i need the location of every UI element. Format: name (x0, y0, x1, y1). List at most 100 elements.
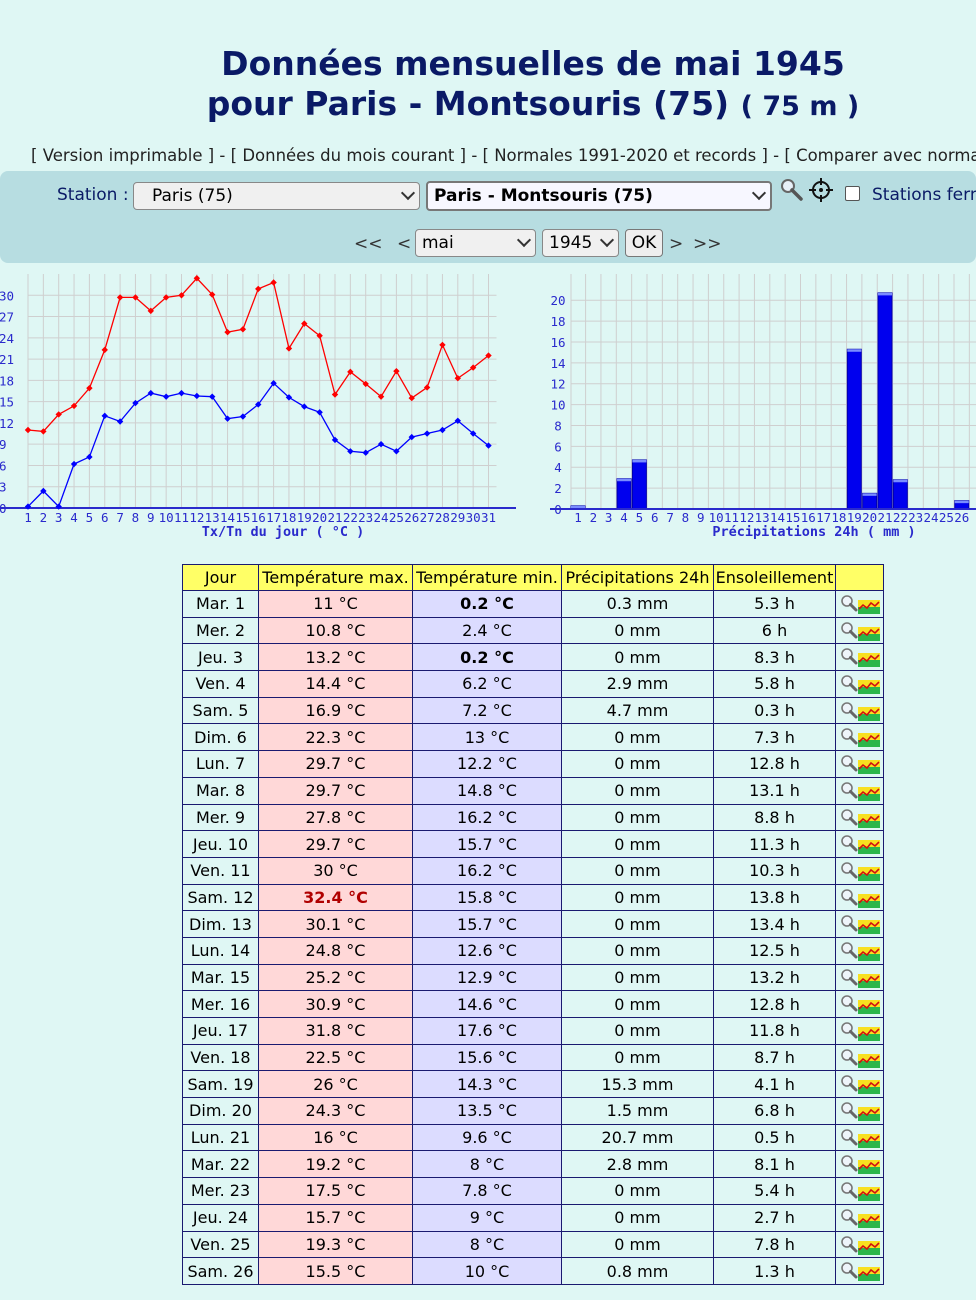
mini-chart-icon[interactable] (858, 653, 880, 668)
tmax-cell-value: 22.5 °C (305, 1048, 366, 1068)
mini-chart-icon[interactable] (858, 840, 880, 855)
next-month-link[interactable]: > (669, 234, 683, 254)
sun-cell-value: 12.8 h (749, 754, 800, 774)
table-row: Dim. 13 30.1 °C 15.7 °C 0 mm 13.4 h (182, 910, 884, 938)
magnifier-icon[interactable] (840, 1021, 858, 1039)
first-month-link[interactable]: << (354, 234, 383, 254)
magnifier-icon[interactable] (840, 781, 858, 799)
magnifier-icon[interactable] (840, 1128, 858, 1146)
day-cell: Ven. 11 (182, 856, 259, 885)
y-tick-label: 27 (0, 310, 14, 325)
x-tick-label: 19 (297, 510, 312, 525)
day-cell: Lun. 7 (182, 750, 259, 778)
mini-chart-icon[interactable] (858, 1240, 880, 1255)
magnifier-icon[interactable] (840, 701, 858, 719)
link-compare[interactable]: Comparer avec normal (796, 146, 976, 165)
tmax-cell: 22.3 °C (258, 723, 413, 752)
link-normals[interactable]: Normales 1991-2020 et records (494, 146, 756, 165)
tmin-point (101, 412, 108, 420)
mini-chart-icon[interactable] (858, 973, 880, 988)
x-tick-label: 17 (266, 510, 281, 525)
tmax-cell-value: 30.9 °C (305, 994, 366, 1014)
year-select[interactable]: 1945 (542, 229, 619, 257)
mini-chart-icon[interactable] (858, 760, 880, 775)
link-current-month[interactable]: Données du mois courant (242, 146, 454, 165)
y-tick-label: 2 (554, 481, 562, 496)
prev-month-link[interactable]: < (397, 234, 411, 254)
magnifier-icon[interactable] (840, 1074, 858, 1092)
magnifier-icon[interactable] (840, 621, 858, 639)
y-tick-label: 21 (0, 352, 14, 367)
magnifier-icon[interactable] (840, 727, 858, 745)
mini-chart-icon[interactable] (858, 680, 880, 695)
mini-chart-icon[interactable] (858, 706, 880, 721)
crosshair-icon[interactable] (809, 178, 833, 202)
tmin-point (162, 393, 170, 400)
ok-button[interactable]: OK (625, 229, 663, 257)
tmax-cell-value: 32.4 °C (303, 887, 368, 907)
table-row: Lun. 7 29.7 °C 12.2 °C 0 mm 12.8 h (182, 750, 884, 778)
tmin-cell-value: 16.2 °C (457, 861, 517, 881)
mini-chart-icon[interactable] (858, 1080, 880, 1095)
precip-cell-value: 0.3 mm (606, 594, 669, 614)
mini-chart-icon[interactable] (858, 626, 880, 641)
tmin-cell-value: 8 °C (469, 1234, 505, 1254)
day-cell: Ven. 25 (182, 1230, 259, 1259)
precipitation-chart: 024681012141618201 2 3 4 5 6 7 8 9 10 11 12 13 14 15 16… (550, 274, 976, 540)
mini-chart-icon[interactable] (858, 733, 880, 748)
mini-chart-icon[interactable] (858, 786, 880, 801)
mini-chart-icon[interactable] (858, 1107, 880, 1122)
mini-chart-icon[interactable] (858, 1053, 880, 1068)
closed-stations-checkbox[interactable] (845, 186, 860, 201)
mini-chart-icon[interactable] (858, 1000, 880, 1015)
magnifier-icon[interactable] (840, 1154, 858, 1172)
magnifier-icon[interactable] (840, 594, 858, 612)
mini-chart-icon[interactable] (858, 813, 880, 828)
precip-bar-top (878, 292, 892, 296)
magnifier-icon[interactable] (840, 1048, 858, 1066)
magnifier-icon[interactable] (840, 754, 858, 772)
search-icon[interactable] (780, 178, 804, 202)
tmin-cell: 14.6 °C (412, 990, 562, 1018)
magnifier-icon[interactable] (840, 888, 858, 906)
mini-chart-icon[interactable] (858, 1213, 880, 1228)
tmin-cell: 15.8 °C (412, 883, 562, 912)
tmin-point (301, 403, 308, 410)
tmax-point (239, 326, 247, 333)
magnifier-icon[interactable] (840, 1101, 858, 1119)
magnifier-icon[interactable] (840, 861, 858, 879)
magnifier-icon[interactable] (840, 647, 858, 665)
tmax-cell-value: 31.8 °C (305, 1021, 366, 1041)
mini-chart-icon[interactable] (858, 866, 880, 881)
station-select[interactable]: Paris - Montsouris (75) (426, 181, 772, 211)
month-select[interactable]: mai (415, 229, 536, 257)
magnifier-icon[interactable] (840, 1181, 858, 1199)
last-month-link[interactable]: >> (693, 234, 722, 254)
magnifier-icon[interactable] (840, 914, 858, 932)
row-actions-cell (835, 1230, 884, 1259)
mini-chart-icon[interactable] (858, 1027, 880, 1041)
sun-cell: 1.3 h (713, 1257, 836, 1285)
mini-chart-icon[interactable] (858, 893, 880, 908)
magnifier-icon[interactable] (840, 1261, 858, 1279)
magnifier-icon[interactable] (840, 994, 858, 1012)
magnifier-icon[interactable] (840, 968, 858, 986)
link-printable[interactable]: Version imprimable (43, 146, 203, 165)
tmax-cell: 17.5 °C (258, 1177, 413, 1205)
magnifier-icon[interactable] (840, 834, 858, 852)
mini-chart-icon[interactable] (858, 1160, 880, 1175)
magnifier-icon[interactable] (840, 808, 858, 826)
magnifier-icon[interactable] (840, 941, 858, 959)
magnifier-icon[interactable] (840, 1208, 858, 1226)
tmax-cell: 29.7 °C (258, 776, 413, 805)
mini-chart-icon[interactable] (858, 600, 880, 614)
mini-chart-icon[interactable] (858, 1267, 880, 1282)
mini-chart-icon[interactable] (858, 1187, 880, 1202)
magnifier-icon[interactable] (840, 674, 858, 692)
mini-chart-icon[interactable] (858, 1133, 880, 1148)
mini-chart-icon[interactable] (858, 946, 880, 961)
department-select[interactable]: Paris (75) (133, 182, 420, 210)
sun-cell-value: 4.1 h (754, 1074, 795, 1094)
mini-chart-icon[interactable] (858, 920, 880, 935)
magnifier-icon[interactable] (840, 1235, 858, 1253)
